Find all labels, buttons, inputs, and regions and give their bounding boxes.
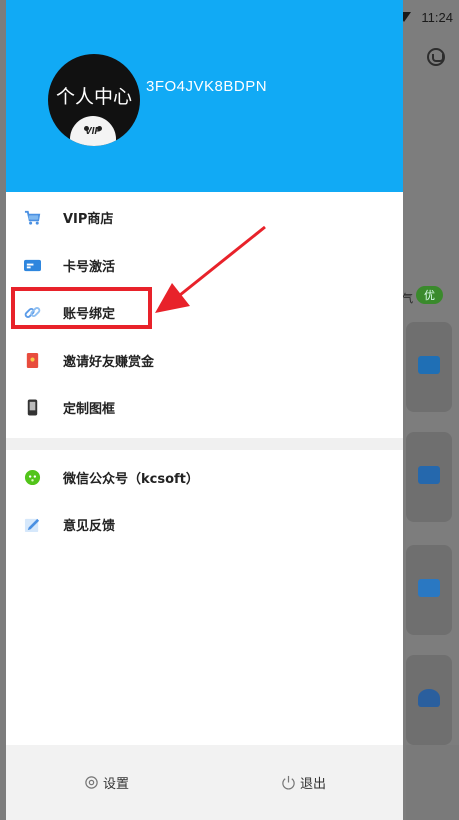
annotation-arrow	[155, 225, 266, 313]
